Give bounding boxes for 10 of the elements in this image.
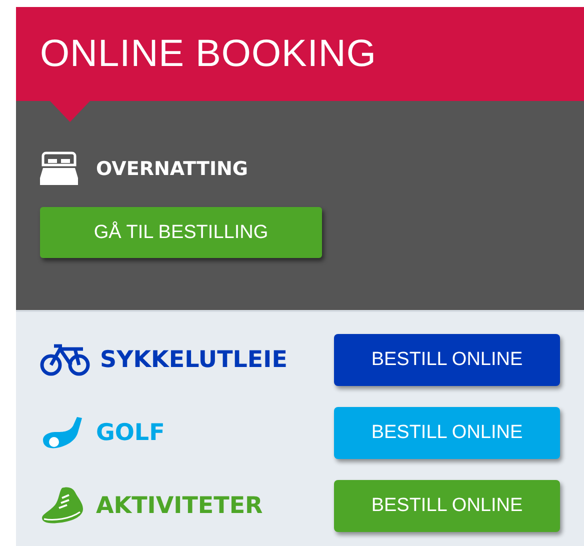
service-label: AKTIVITETER xyxy=(96,493,263,519)
lodging-label: OVERNATTING xyxy=(96,158,248,180)
book-online-button[interactable]: BESTILL ONLINE xyxy=(334,334,560,386)
book-online-button[interactable]: BESTILL ONLINE xyxy=(334,480,560,532)
service-label: SYKKELUTLEIE xyxy=(100,347,288,373)
service-label: GOLF xyxy=(96,420,165,446)
book-online-button[interactable]: BESTILL ONLINE xyxy=(334,407,560,459)
bed-icon xyxy=(40,151,78,187)
page-title: ONLINE BOOKING xyxy=(40,32,376,76)
booking-button[interactable]: GÅ TIL BESTILLING xyxy=(40,207,322,258)
